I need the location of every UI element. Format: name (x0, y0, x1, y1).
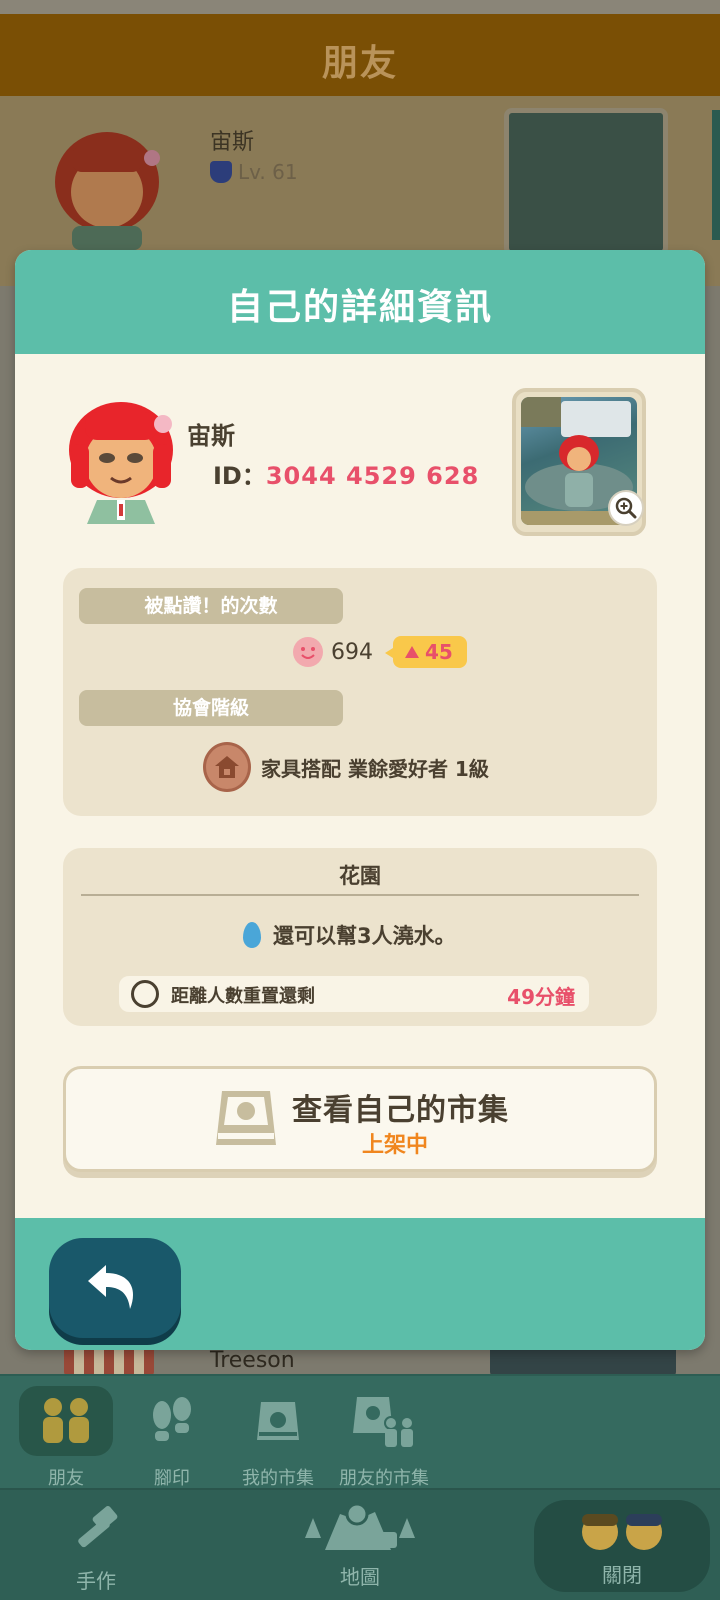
likes-delta-badge: 45 (385, 636, 467, 668)
friends-icon (19, 1386, 113, 1456)
market-stand-icon (216, 1091, 276, 1145)
nav-label-friends: 朋友 (48, 1468, 84, 1489)
garden-title: 花園 (339, 864, 381, 888)
next-friend-photo (490, 1346, 676, 1376)
reset-timer: 距離人數重置還剩 49分鐘 (119, 976, 589, 1012)
nav-item-my-market[interactable]: 我的市集 (230, 1386, 326, 1490)
market-status: 上架中 (362, 1133, 429, 1158)
back-arrow-icon (88, 1265, 133, 1309)
market-icon (230, 1386, 326, 1456)
player-photo[interactable] (512, 388, 646, 536)
nav-label-my-market: 我的市集 (242, 1468, 314, 1489)
garden-panel: 花園 還可以幫3人澆水。 距離人數重置還剩 49分鐘 (63, 848, 657, 1026)
rank-label: 協會階級 (79, 690, 343, 726)
scroll-indicator (712, 110, 720, 240)
friend-name: 宙斯 (210, 130, 255, 155)
player-id: ID：3044 4529 628 (213, 456, 479, 491)
water-row: 還可以幫3人澆水。 (243, 920, 456, 950)
next-friend-avatar (64, 1346, 154, 1376)
nav-label-friend-market: 朋友的市集 (339, 1468, 429, 1489)
likes-row: 694 45 (293, 634, 467, 670)
player-id-label: ID： (213, 462, 266, 490)
player-name: 宙斯 (187, 422, 235, 450)
stats-panel: 被點讚！的次數 694 45 協會階級 家具搭配 業餘愛好者 1級 (63, 568, 657, 816)
cat-badge-icon (210, 161, 232, 183)
nav-item-friends[interactable]: 朋友 (18, 1386, 114, 1490)
nav-item-friend-market[interactable]: 朋友的市集 (336, 1386, 432, 1490)
reset-time: 49分鐘 (507, 985, 575, 1009)
map-icon (305, 1502, 415, 1550)
rank-value: 家具搭配 業餘愛好者 1級 (261, 756, 489, 781)
clock-icon (131, 980, 159, 1008)
nav-label-craft: 手作 (76, 1569, 116, 1593)
bottom-nav-top: 朋友 腳印 我的市集 朋友的市集 (0, 1374, 720, 1490)
friend-level-text: Lv. 61 (238, 160, 298, 184)
next-friend-name: Treeson (210, 1348, 295, 1373)
view-my-market-button[interactable]: 查看自己的市集 上架中 (63, 1066, 657, 1172)
nav-label-footprint: 腳印 (154, 1468, 190, 1489)
rank-row: 家具搭配 業餘愛好者 1級 (203, 742, 489, 792)
nav-label-map: 地圖 (340, 1565, 380, 1589)
footprint-icon (124, 1386, 220, 1456)
status-strip (0, 0, 720, 14)
likes-count: 694 (331, 639, 373, 665)
zoom-in-icon[interactable] (608, 490, 644, 526)
back-button[interactable] (49, 1238, 181, 1338)
player-avatar (69, 402, 173, 524)
likes-delta-value: 45 (425, 640, 453, 664)
friends-header-title: 朋友 (321, 43, 398, 84)
nav-item-map[interactable]: 地圖 (290, 1498, 430, 1590)
player-id-value: 3044 4529 628 (265, 462, 480, 490)
friend-market-icon (336, 1386, 432, 1456)
friend-avatar (55, 132, 160, 250)
market-button-title: 查看自己的市集 (292, 1093, 509, 1128)
up-arrow-icon (405, 646, 419, 658)
reset-label: 距離人數重置還剩 (171, 986, 315, 1007)
water-text: 還可以幫3人澆水。 (273, 924, 456, 948)
dialog-title: 自己的詳細資訊 (226, 287, 493, 328)
close-button[interactable]: 關閉 (534, 1500, 710, 1592)
nav-item-craft[interactable]: 手作 (60, 1504, 132, 1594)
close-button-label: 關閉 (602, 1563, 642, 1587)
profile-details-dialog: 自己的詳細資訊 宙斯 ID：3044 4529 628 被點讚！的次數 694 … (15, 250, 705, 1350)
house-medal-icon (203, 742, 251, 792)
water-drop-icon (243, 922, 261, 948)
friend-level: Lv. 61 (210, 160, 298, 184)
nav-item-footprint[interactable]: 腳印 (124, 1386, 220, 1490)
villagers-icon (582, 1514, 662, 1550)
likes-label: 被點讚！的次數 (79, 588, 343, 624)
garden-divider (81, 894, 639, 896)
hammer-icon (78, 1506, 118, 1548)
smile-icon (293, 637, 323, 667)
friend-photo (504, 108, 668, 256)
